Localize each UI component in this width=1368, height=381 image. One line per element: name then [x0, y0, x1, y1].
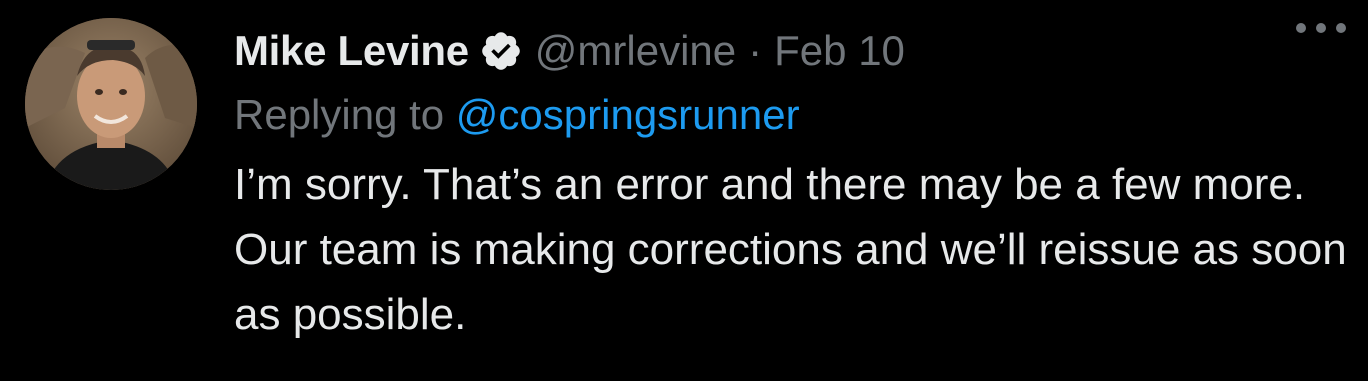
- replying-to: Replying to @cospringsrunner: [234, 86, 1354, 144]
- tweet-text: I’m sorry. That’s an error and there may…: [234, 160, 1347, 339]
- replying-to-mention[interactable]: @cospringsrunner: [456, 91, 800, 138]
- verified-badge-icon: [479, 29, 523, 73]
- avatar-photo: [25, 18, 197, 190]
- tweet-header: Mike Levine @mrlevine · Feb 10: [234, 22, 1354, 80]
- replying-prefix: Replying to: [234, 91, 456, 138]
- user-handle[interactable]: @mrlevine: [535, 27, 736, 75]
- separator-dot: ·: [748, 27, 763, 74]
- tweet[interactable]: Mike Levine @mrlevine · Feb 10 Replying …: [0, 0, 1368, 381]
- tweet-date[interactable]: Feb 10: [774, 27, 905, 75]
- display-name[interactable]: Mike Levine: [234, 27, 469, 75]
- tweet-content: Mike Levine @mrlevine · Feb 10 Replying …: [234, 22, 1354, 347]
- avatar[interactable]: [25, 18, 197, 190]
